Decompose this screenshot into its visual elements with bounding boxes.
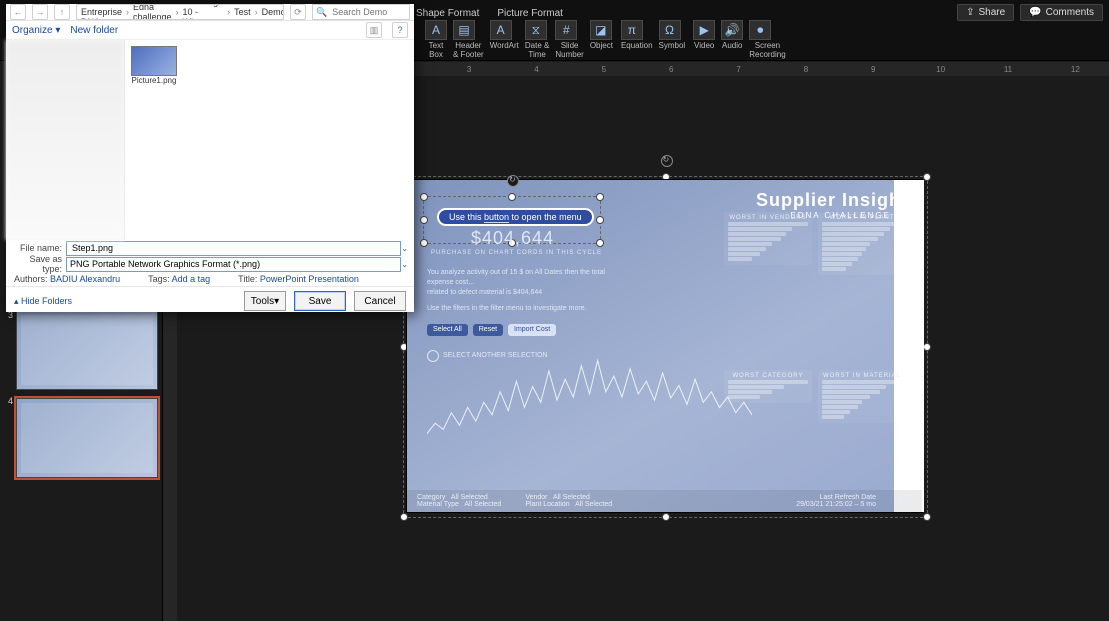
help-icon[interactable]: ? — [392, 22, 408, 38]
resize-handle[interactable] — [420, 239, 428, 247]
breadcrumb[interactable]: 01 - Entreprise DNA› Edna challenge› Cha… — [76, 4, 284, 20]
resize-handle[interactable] — [596, 193, 604, 201]
resize-handle[interactable] — [662, 513, 670, 521]
filename-input[interactable] — [66, 241, 401, 256]
nav-back-icon[interactable]: ← — [10, 4, 26, 20]
ribbon-group-symbols: πEquation ΩSymbol Symbols — [621, 20, 685, 59]
nav-fwd-icon[interactable]: → — [32, 4, 48, 20]
title-link[interactable]: PowerPoint Presentation — [260, 274, 359, 284]
authors-label: Authors: — [14, 274, 48, 284]
resize-handle[interactable] — [508, 193, 516, 201]
panel-vendors: WORST IN VENDORS — [724, 212, 812, 265]
resize-handle[interactable] — [596, 239, 604, 247]
panel-plants: WORST IN PLANT — [818, 212, 906, 275]
search-icon: 🔍 — [316, 7, 327, 18]
header-footer-icon[interactable]: ▤ — [453, 20, 475, 40]
tools-menu[interactable]: Tools ▾ — [244, 291, 286, 311]
nav-up-icon[interactable]: ↑ — [54, 4, 70, 20]
headline-value: $404,644 — [471, 228, 554, 249]
resize-handle[interactable] — [596, 216, 604, 224]
slide-thumbnail-4[interactable] — [16, 398, 158, 478]
pill-select-all: Select All — [427, 324, 468, 336]
tags-link[interactable]: Add a tag — [172, 274, 211, 284]
rotate-handle-icon[interactable] — [507, 175, 519, 187]
file-list[interactable]: Picture1.png — [125, 40, 414, 240]
hide-folders-link[interactable]: ▴ Hide Folders — [14, 296, 72, 307]
resize-handle[interactable] — [923, 343, 931, 351]
view-icon[interactable]: ▥ — [366, 22, 382, 38]
slide-thumbnail-3[interactable] — [16, 310, 158, 390]
wordart-icon[interactable]: A — [490, 20, 512, 40]
info-icon: i — [900, 495, 912, 507]
file-thumb-icon — [131, 46, 177, 76]
line-chart — [427, 350, 752, 465]
chevron-down-icon[interactable]: ⌄ — [401, 244, 408, 253]
filetype-select[interactable]: PNG Portable Network Graphics Format (*.… — [66, 257, 401, 272]
save-button[interactable]: Save — [294, 291, 346, 311]
slide-content: Supplier Insight EDNA CHALLENGE 10 Use t… — [407, 180, 922, 512]
screenrec-icon[interactable]: ⏺ — [749, 20, 771, 40]
resize-handle[interactable] — [923, 173, 931, 181]
file-name-label: Picture1.png — [131, 76, 177, 85]
panel-material: WORST IN MATERIAL — [818, 370, 906, 423]
share-icon: ⇪ — [966, 7, 974, 18]
comment-icon: 💬 — [1029, 7, 1041, 18]
object-icon[interactable]: ◪ — [590, 20, 612, 40]
organize-menu[interactable]: Organize ▾ — [12, 25, 60, 36]
authors-link[interactable]: BADIU Alexandru — [50, 274, 120, 284]
resize-handle[interactable] — [420, 216, 428, 224]
refresh-icon[interactable]: ⟳ — [290, 4, 306, 20]
resize-handle[interactable] — [400, 513, 408, 521]
textbox-icon[interactable]: A — [425, 20, 447, 40]
thumb-number: 4 — [8, 396, 13, 406]
tab-shape-format[interactable]: Shape Format — [414, 6, 481, 21]
folder-tree[interactable] — [6, 40, 125, 240]
symbol-icon[interactable]: Ω — [659, 20, 681, 40]
file-tile[interactable]: Picture1.png — [131, 46, 177, 85]
slide-footer: Category All SelectedMaterial Type All S… — [407, 490, 922, 512]
search-input[interactable]: 🔍 — [312, 4, 410, 20]
pill-import: Import Cost — [508, 324, 556, 336]
video-icon[interactable]: ▶ — [693, 20, 715, 40]
callout-bubble: Use this button to open the menu — [437, 208, 594, 226]
info-text: You analyze activity out of 15 $ on All … — [427, 268, 627, 362]
rotate-handle-icon[interactable] — [661, 155, 673, 167]
cancel-button[interactable]: Cancel — [354, 291, 406, 311]
tab-picture-format[interactable]: Picture Format — [495, 6, 565, 21]
chevron-down-icon[interactable]: ⌄ — [401, 260, 408, 269]
share-button[interactable]: ⇪Share — [957, 4, 1014, 21]
filetype-label: Save as type: — [12, 254, 62, 274]
datetime-icon[interactable]: ⧖ — [525, 20, 547, 40]
audio-icon[interactable]: 🔊 — [721, 20, 743, 40]
save-as-dialog: ← → ↑ 01 - Entreprise DNA› Edna challeng… — [6, 4, 414, 312]
pill-reset: Reset — [473, 324, 503, 336]
slidenumber-icon[interactable]: # — [555, 20, 577, 40]
resize-handle[interactable] — [420, 193, 428, 201]
resize-handle[interactable] — [923, 513, 931, 521]
tags-label: Tags: — [148, 274, 170, 284]
comments-button[interactable]: 💬Comments — [1020, 4, 1103, 21]
title-label: Title: — [238, 274, 257, 284]
equation-icon[interactable]: π — [621, 20, 643, 40]
ribbon-group-text: AText Box ▤Header & Footer AWordArt ⧖Dat… — [425, 20, 613, 59]
headline-subtitle: PURCHASE ON CHART CORDS IN THIS CYCLE — [431, 250, 602, 256]
new-folder-button[interactable]: New folder — [70, 25, 118, 36]
dialog-address-bar: ← → ↑ 01 - Entreprise DNA› Edna challeng… — [6, 4, 414, 21]
filename-label: File name: — [12, 243, 62, 253]
ribbon-group-media: ▶Video 🔊Audio ⏺Screen Recording Media — [693, 20, 785, 59]
